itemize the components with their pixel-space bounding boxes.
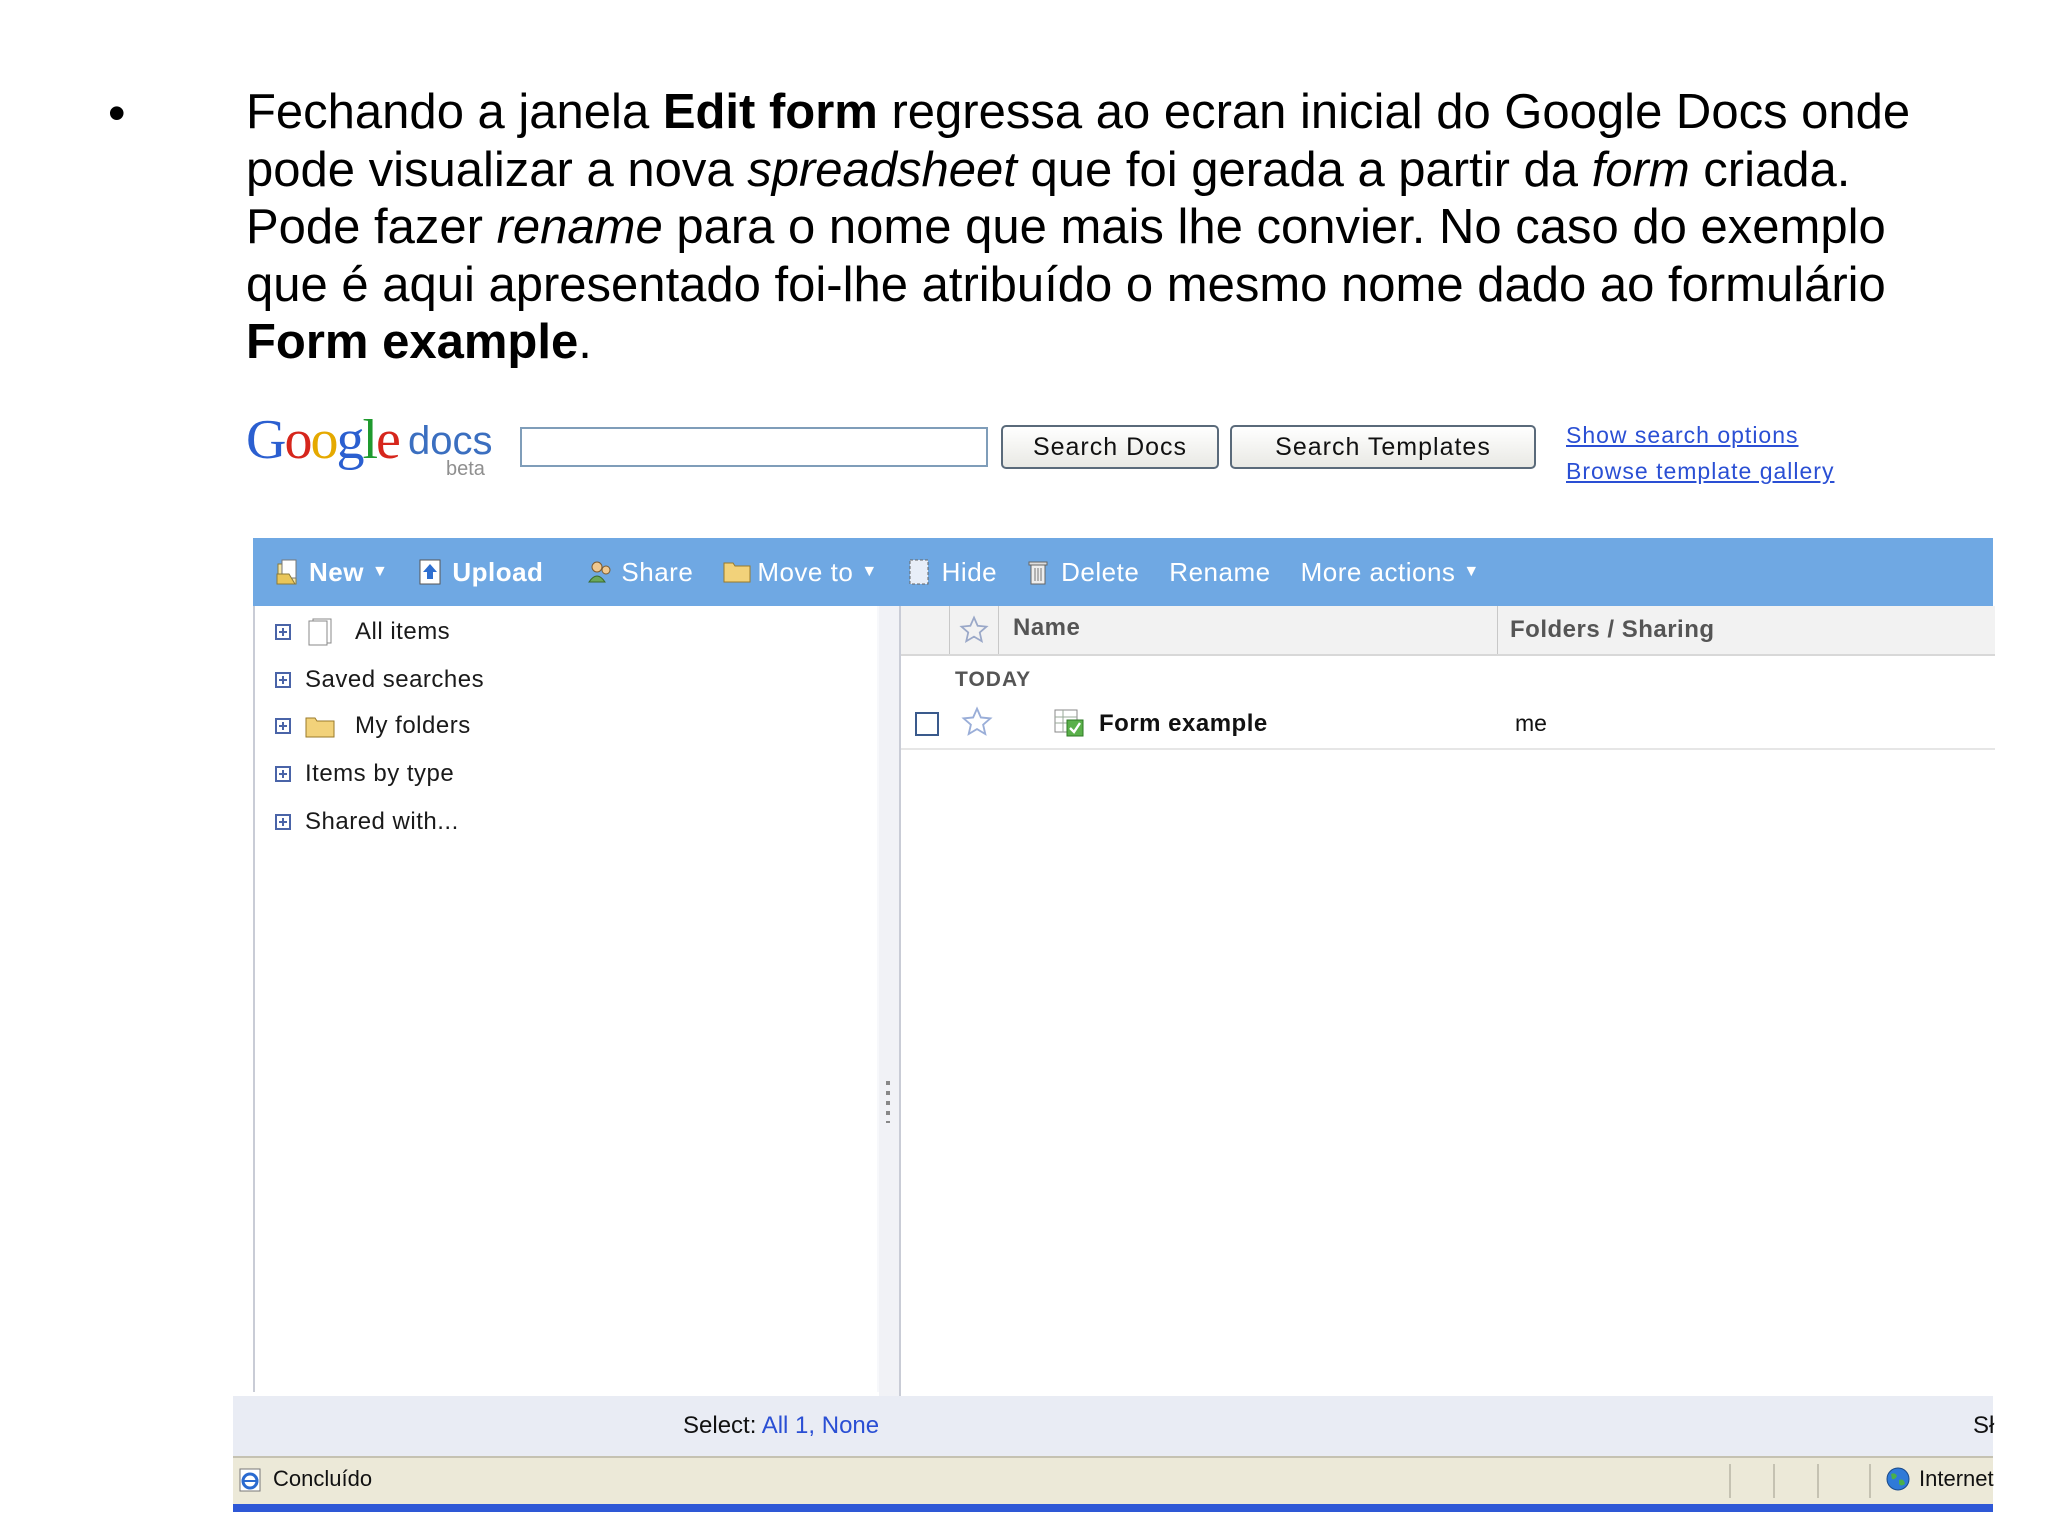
browser-status-bar: Concluído Internet (233, 1456, 1994, 1506)
row-checkbox[interactable] (915, 712, 939, 736)
document-list: Name Folders / Sharing TODAY Form exampl… (899, 606, 1995, 1406)
sidebar-item-label: All items (355, 618, 451, 645)
text-run: que foi gerada a partir da (1016, 142, 1592, 197)
docs-app-window: New ▼ Upload Share Move to ▼ Hide Delete… (233, 538, 1995, 1514)
select-label: Select: (683, 1412, 757, 1439)
document-name[interactable]: Form example (1099, 710, 1268, 738)
share-people-icon (587, 558, 613, 586)
navigation-pane: All items Saved searches My folders Item… (253, 606, 879, 1392)
italic-form: form (1591, 142, 1690, 197)
new-menu-button[interactable]: New ▼ (275, 557, 388, 588)
expand-icon[interactable] (275, 672, 291, 688)
globe-icon (1886, 1467, 1910, 1491)
italic-spreadsheet: spreadsheet (747, 142, 1017, 197)
upload-button[interactable]: Upload (418, 557, 543, 588)
search-templates-button[interactable]: Search Templates (1230, 425, 1536, 469)
bold-edit-form: Edit form (662, 85, 878, 139)
folders-sharing-column-header[interactable]: Folders / Sharing (1497, 606, 1715, 654)
move-to-label: Move to (757, 556, 854, 587)
delete-label: Delete (1061, 556, 1140, 587)
browse-template-gallery-link[interactable]: Browse template gallery (1566, 458, 1834, 485)
chevron-down-icon: ▼ (371, 563, 389, 580)
new-label: New (309, 556, 364, 587)
truncated-text: Sł (1973, 1412, 1995, 1439)
sidebar-item-saved-searches[interactable]: Saved searches (275, 666, 484, 694)
star-icon[interactable] (961, 706, 993, 743)
text-run: . (578, 315, 592, 369)
new-document-icon (275, 558, 301, 586)
trash-icon (1027, 558, 1053, 586)
slide-paragraph: Fechando a janela Edit form regressa ao … (246, 84, 1946, 372)
sidebar-item-items-by-type[interactable]: Items by type (275, 760, 454, 788)
spreadsheet-form-icon (1053, 708, 1085, 738)
expand-icon[interactable] (275, 766, 291, 782)
bullet-point: • (108, 85, 126, 141)
sidebar-item-label: Shared with... (305, 808, 459, 835)
chevron-down-icon: ▼ (1463, 563, 1480, 580)
action-toolbar: New ▼ Upload Share Move to ▼ Hide Delete… (253, 538, 1993, 606)
status-divider (1817, 1464, 1819, 1498)
chevron-down-icon: ▼ (861, 563, 878, 580)
delete-button[interactable]: Delete (1027, 557, 1139, 588)
window-bottom-edge (233, 1504, 1993, 1512)
hide-document-icon (908, 558, 934, 586)
sidebar-item-shared-with[interactable]: Shared with... (275, 808, 459, 836)
show-search-options-link[interactable]: Show search options (1566, 422, 1799, 449)
share-button[interactable]: Share (587, 557, 693, 588)
sharing-value: me (1515, 710, 1547, 736)
text-run: Fechando a janela (246, 85, 663, 139)
name-column-header[interactable]: Name (1013, 614, 1080, 642)
hide-button[interactable]: Hide (908, 557, 997, 588)
ie-page-icon (237, 1466, 265, 1494)
star-icon (959, 615, 989, 644)
google-docs-logo[interactable]: Google docs beta (246, 410, 496, 480)
splitter-grip-icon[interactable] (886, 1081, 890, 1123)
comma-separator: , (808, 1412, 816, 1439)
expand-icon[interactable] (275, 814, 291, 830)
select-none-link[interactable]: None (822, 1412, 879, 1439)
google-wordmark: Google (246, 409, 401, 471)
rename-button[interactable]: Rename (1169, 557, 1270, 588)
more-actions-button[interactable]: More actions ▼ (1301, 557, 1480, 588)
status-divider (1869, 1464, 1871, 1498)
expand-icon[interactable] (275, 624, 291, 640)
more-actions-label: More actions (1300, 556, 1456, 587)
folder-icon (723, 558, 751, 586)
list-header: Name Folders / Sharing (901, 606, 1995, 656)
italic-rename: rename (496, 200, 663, 254)
selection-controls: Select: All 1, None (683, 1412, 879, 1440)
beta-label: beta (446, 458, 485, 480)
group-label-today: TODAY (955, 668, 1032, 691)
document-icon (305, 618, 335, 646)
bold-form-example: Form example (246, 315, 579, 369)
select-all-link[interactable]: All 1 (762, 1412, 809, 1439)
hide-label: Hide (941, 556, 998, 587)
status-text: Concluído (273, 1466, 373, 1491)
status-divider (1729, 1464, 1731, 1498)
sidebar-item-label: Saved searches (305, 666, 485, 693)
sidebar-item-label: My folders (355, 712, 471, 739)
pane-splitter[interactable] (879, 606, 899, 1506)
table-row[interactable]: Form example me (901, 702, 1995, 750)
upload-label: Upload (452, 556, 544, 587)
star-column-header[interactable] (949, 606, 999, 654)
search-input[interactable] (520, 427, 988, 467)
share-label: Share (621, 556, 694, 587)
move-to-button[interactable]: Move to ▼ (723, 557, 877, 588)
status-divider (1773, 1464, 1775, 1498)
sidebar-item-my-folders[interactable]: My folders (275, 712, 471, 740)
folder-icon (305, 712, 335, 740)
security-zone: Internet (1885, 1466, 1994, 1492)
zone-label: Internet (1919, 1466, 1994, 1491)
search-docs-button[interactable]: Search Docs (1001, 425, 1219, 469)
sidebar-item-label: Items by type (305, 760, 455, 787)
upload-icon (418, 558, 444, 586)
selection-bar (233, 1396, 1993, 1456)
expand-icon[interactable] (275, 718, 291, 734)
sidebar-item-all-items[interactable]: All items (275, 618, 450, 646)
